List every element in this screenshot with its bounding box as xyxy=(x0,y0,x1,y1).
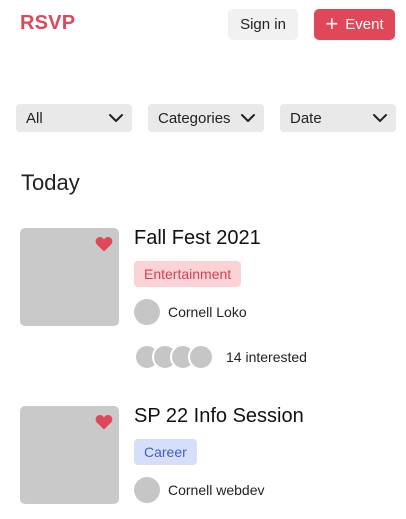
chevron-down-icon xyxy=(108,113,124,123)
event-thumbnail xyxy=(20,406,119,504)
organizer[interactable]: Cornell webdev xyxy=(134,477,265,503)
app-logo[interactable]: RSVP xyxy=(20,12,75,35)
category-tag: Career xyxy=(134,439,197,465)
section-title-today: Today xyxy=(21,170,80,195)
organizer[interactable]: Cornell Loko xyxy=(134,299,247,325)
event-card[interactable]: Fall Fest 2021 Entertainment Cornell Lok… xyxy=(20,227,400,378)
filter-date-dropdown[interactable]: Date xyxy=(280,104,396,132)
sign-in-button[interactable]: Sign in xyxy=(228,9,298,40)
interested-row: 14 interested xyxy=(134,344,307,370)
top-bar: RSVP Sign in + Event xyxy=(0,0,406,50)
filter-categories-dropdown[interactable]: Categories xyxy=(148,104,264,132)
filter-bar: All Categories Date xyxy=(16,104,396,132)
event-title[interactable]: SP 22 Info Session xyxy=(134,405,304,428)
add-event-label: Event xyxy=(345,16,384,33)
plus-icon: + xyxy=(325,10,339,36)
heart-icon[interactable] xyxy=(95,236,113,252)
heart-icon[interactable] xyxy=(95,414,113,430)
interested-avatars xyxy=(134,344,214,370)
filter-all-label: All xyxy=(26,109,43,127)
filter-all-dropdown[interactable]: All xyxy=(16,104,132,132)
interested-count: 14 interested xyxy=(226,349,307,365)
event-title[interactable]: Fall Fest 2021 xyxy=(134,227,261,250)
category-tag: Entertainment xyxy=(134,261,242,287)
chevron-down-icon xyxy=(372,113,388,123)
event-thumbnail xyxy=(20,228,119,326)
organizer-avatar xyxy=(134,299,160,325)
chevron-down-icon xyxy=(240,113,256,123)
avatar xyxy=(188,344,214,370)
organizer-name: Cornell Loko xyxy=(168,304,247,320)
organizer-name: Cornell webdev xyxy=(168,482,265,498)
filter-categories-label: Categories xyxy=(158,109,231,127)
filter-date-label: Date xyxy=(290,109,322,127)
organizer-avatar xyxy=(134,477,160,503)
event-card[interactable]: SP 22 Info Session Career Cornell webdev xyxy=(20,405,400,516)
add-event-button[interactable]: + Event xyxy=(314,9,395,40)
